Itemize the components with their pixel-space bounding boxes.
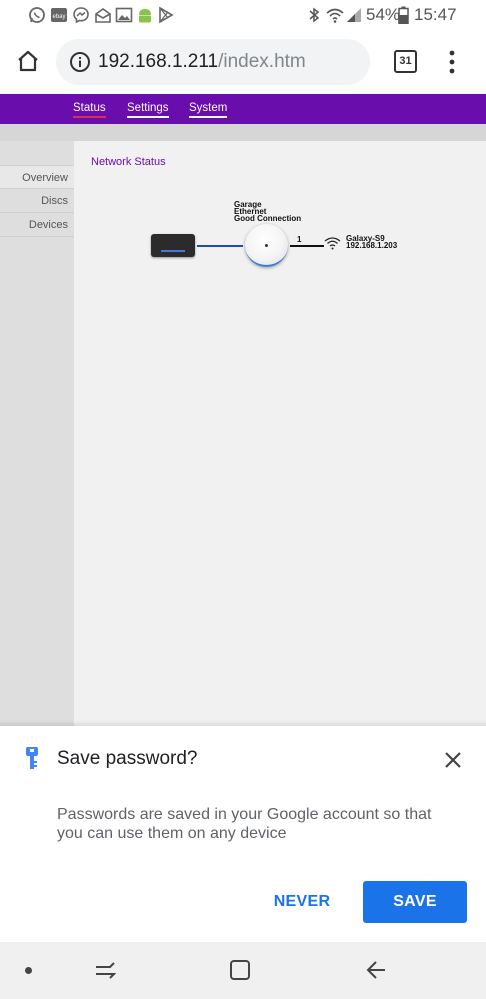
client-link	[290, 245, 324, 247]
info-icon[interactable]	[69, 51, 91, 73]
address-bar[interactable]: 192.168.1.211/index.htm	[56, 39, 370, 85]
router-led	[161, 250, 185, 252]
browser-toolbar: 192.168.1.211/index.htm 31	[0, 32, 486, 94]
satellite-indicator	[265, 244, 268, 247]
router-device[interactable]	[151, 234, 195, 257]
url-host: 192.168.1.211	[98, 51, 219, 72]
clock: 15:47	[414, 5, 457, 24]
whatsapp-icon	[29, 7, 45, 23]
sheet-title: Save password?	[57, 748, 198, 769]
url-text[interactable]: 192.168.1.211/index.htm	[98, 51, 306, 73]
mail-icon	[95, 8, 111, 23]
tab-count: 31	[399, 55, 412, 67]
nav-system[interactable]: System	[189, 102, 228, 118]
bluetooth-icon	[309, 7, 320, 23]
battery-icon	[398, 6, 409, 24]
nav-settings[interactable]: Settings	[127, 102, 169, 118]
wifi-client-icon	[324, 237, 341, 250]
back-icon[interactable]	[365, 959, 387, 981]
sidebar: Overview Discs Devices	[0, 141, 74, 726]
client-ip: 192.168.1.203	[346, 241, 398, 250]
play-store-icon	[159, 6, 174, 24]
key-icon	[26, 747, 38, 769]
section-title: Network Status	[91, 156, 166, 168]
home-icon[interactable]	[229, 959, 251, 981]
recents-icon[interactable]	[94, 959, 116, 981]
dot-icon[interactable]	[24, 966, 33, 975]
never-button[interactable]: NEVER	[262, 881, 342, 923]
android-icon	[139, 9, 151, 23]
sidebar-item-overview[interactable]: Overview	[0, 165, 74, 189]
wifi-icon	[326, 8, 344, 23]
system-nav-bar	[0, 942, 486, 999]
overflow-menu-icon[interactable]	[446, 49, 458, 75]
save-button[interactable]: SAVE	[363, 881, 467, 923]
messenger-icon	[73, 7, 89, 24]
url-path: /index.htm	[218, 51, 306, 72]
save-password-sheet: Save password? Passwords are saved in yo…	[0, 726, 486, 942]
satellite-device[interactable]	[245, 224, 288, 267]
nav-status[interactable]: Status	[73, 102, 106, 118]
tab-switcher-button[interactable]: 31	[394, 50, 417, 73]
svg-text:ebay: ebay	[52, 14, 65, 20]
top-nav: Status Settings System	[0, 94, 486, 124]
home-icon[interactable]	[16, 49, 40, 73]
ethernet-link	[197, 245, 243, 247]
sheet-description: Passwords are saved in your Google accou…	[57, 806, 432, 842]
status-bar: ebay 54% 15:47	[0, 0, 486, 32]
signal-icon	[347, 8, 361, 22]
gallery-icon	[115, 7, 133, 23]
sidebar-item-devices[interactable]: Devices	[0, 213, 74, 237]
battery-percent: 54%	[366, 5, 401, 24]
close-icon[interactable]	[444, 751, 462, 769]
satellite-connection-quality: Good Connection	[234, 214, 302, 223]
client-count: 1	[297, 235, 302, 244]
subheader-bar	[0, 124, 486, 141]
ebay-icon: ebay	[51, 8, 67, 22]
sidebar-item-discs[interactable]: Discs	[0, 189, 74, 213]
